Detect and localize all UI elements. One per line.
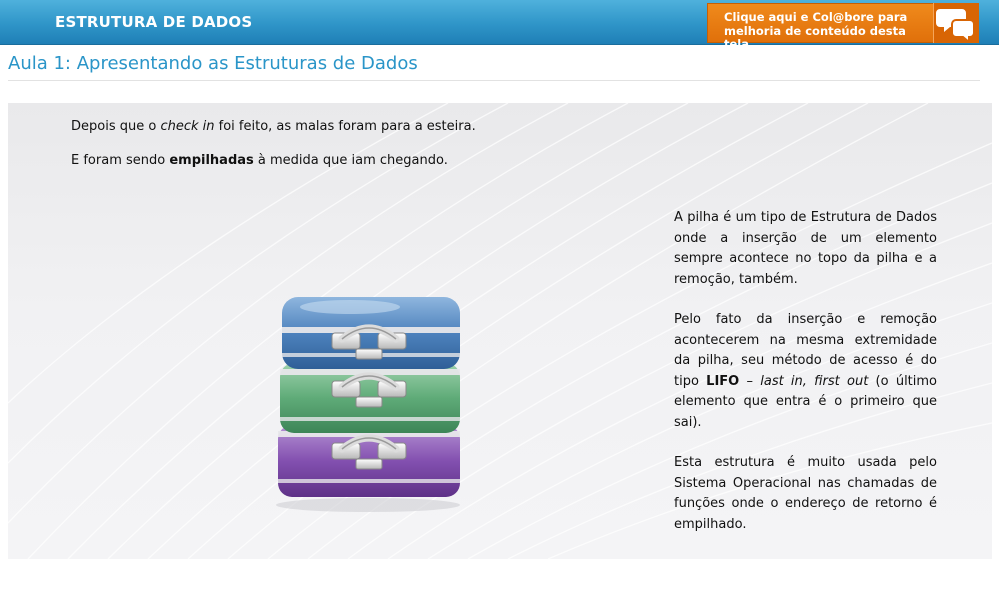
- intro-line-1: Depois que o check in foi feito, as mala…: [71, 119, 476, 134]
- intro-line-2: E foram sendo empilhadas à medida que ia…: [71, 153, 448, 168]
- title-divider: [8, 80, 980, 81]
- paragraph-3: Esta estrutura é muito usada pelo Sistem…: [674, 455, 937, 532]
- intro-line-1-emphasis: check in: [160, 119, 215, 134]
- top-header-bar: ESTRUTURA DE DADOS Clique aqui e Col@bor…: [0, 0, 999, 51]
- intro-line-2-text-a: E foram sendo: [71, 153, 170, 168]
- intro-line-2-strong: empilhadas: [169, 153, 254, 168]
- paragraph-2-dash: –: [739, 373, 761, 389]
- paragraph-2: Pelo fato da inserção e remoção acontece…: [674, 310, 937, 433]
- content-panel: Depois que o check in foi feito, as mala…: [8, 103, 992, 559]
- intro-line-1-text-b: foi feito, as malas foram para a esteira…: [214, 119, 476, 134]
- course-title: ESTRUTURA DE DADOS: [55, 13, 253, 31]
- paragraph-2-lifo-expansion: last in, first out: [760, 373, 869, 389]
- paragraph-1: A pilha é um tipo de Estrutura de Dados …: [674, 210, 937, 287]
- collaborate-button[interactable]: Clique aqui e Col@bore para melhoria de …: [707, 3, 979, 51]
- chat-bubbles-icon: [933, 3, 979, 45]
- intro-line-2-text-b: à medida que iam chegando.: [253, 153, 448, 168]
- collaborate-line-1: Clique aqui e Col@bore para: [724, 10, 908, 24]
- lesson-title: Aula 1: Apresentando as Estruturas de Da…: [8, 53, 418, 74]
- collaborate-text: Clique aqui e Col@bore para melhoria de …: [724, 10, 924, 52]
- collaborate-line-2: melhoria de conteúdo desta tela: [724, 23, 906, 51]
- paragraph-2-lifo: LIFO: [706, 373, 740, 389]
- intro-line-1-text-a: Depois que o: [71, 119, 161, 134]
- stacked-suitcases-illustration: [270, 283, 470, 517]
